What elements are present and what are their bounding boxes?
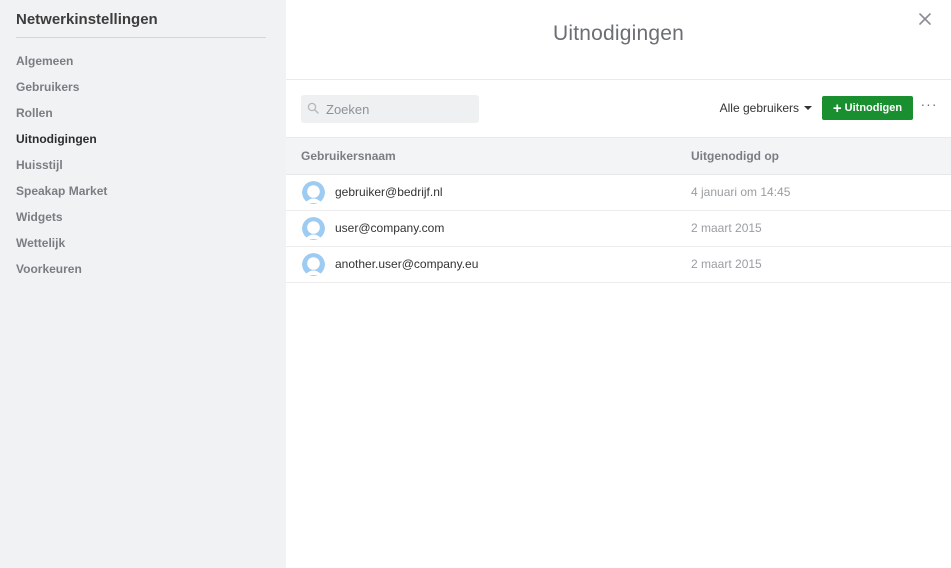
search-input[interactable] <box>326 95 474 123</box>
sidebar-item-rollen[interactable]: Rollen <box>16 100 286 126</box>
column-header-invited-on[interactable]: Uitgenodigd op <box>691 149 779 163</box>
avatar <box>302 217 325 240</box>
invite-button[interactable]: + Uitnodigen <box>822 96 913 120</box>
avatar <box>302 253 325 276</box>
page-title: Uitnodigingen <box>552 22 685 45</box>
row-invited-on: 2 maart 2015 <box>691 257 762 271</box>
user-filter-dropdown[interactable]: Alle gebruikers <box>720 100 812 116</box>
user-avatar-icon <box>302 181 325 204</box>
sidebar-item-speakap-market[interactable]: Speakap Market <box>16 178 286 204</box>
plus-icon: + <box>832 99 842 117</box>
search-icon <box>307 102 319 114</box>
sidebar-item-voorkeuren[interactable]: Voorkeuren <box>16 256 286 282</box>
sidebar-nav: Algemeen Gebruikers Rollen Uitnodigingen… <box>16 48 286 282</box>
close-button[interactable] <box>916 10 934 28</box>
user-filter-label: Alle gebruikers <box>719 101 799 115</box>
sidebar-item-uitnodigingen[interactable]: Uitnodigingen <box>16 126 286 152</box>
more-options-icon[interactable]: ··· <box>919 97 939 117</box>
sidebar-item-algemeen[interactable]: Algemeen <box>16 48 286 74</box>
toolbar: Alle gebruikers + Uitnodigen ··· <box>286 80 951 138</box>
table-row[interactable]: another.user@company.eu 2 maart 2015 <box>286 247 951 283</box>
row-username: another.user@company.eu <box>335 257 479 271</box>
close-icon <box>919 13 931 25</box>
main-panel: Uitnodigingen Alle gebruikers + <box>286 0 951 568</box>
sidebar-item-widgets[interactable]: Widgets <box>16 204 286 230</box>
row-invited-on: 2 maart 2015 <box>691 221 762 235</box>
invite-button-label: Uitnodigen <box>844 102 903 114</box>
table-row[interactable]: gebruiker@bedrijf.nl 4 januari om 14:45 <box>286 175 951 211</box>
row-invited-on: 4 januari om 14:45 <box>691 185 791 199</box>
column-header-username[interactable]: Gebruikersnaam <box>301 149 396 163</box>
user-avatar-icon <box>302 217 325 240</box>
search-box[interactable] <box>301 95 479 123</box>
table-row[interactable]: user@company.com 2 maart 2015 <box>286 211 951 247</box>
main-header: Uitnodigingen <box>286 0 951 80</box>
sidebar-item-wettelijk[interactable]: Wettelijk <box>16 230 286 256</box>
table-header: Gebruikersnaam Uitgenodigd op <box>286 138 951 175</box>
user-avatar-icon <box>302 253 325 276</box>
sidebar-title: Netwerkinstellingen <box>16 0 266 38</box>
sidebar-item-huisstijl[interactable]: Huisstijl <box>16 152 286 178</box>
sidebar: Netwerkinstellingen Algemeen Gebruikers … <box>0 0 286 568</box>
invitations-table: Gebruikersnaam Uitgenodigd op gebruiker@… <box>286 138 951 283</box>
row-username: gebruiker@bedrijf.nl <box>335 185 443 199</box>
app-window: Netwerkinstellingen Algemeen Gebruikers … <box>0 0 951 568</box>
caret-down-icon <box>804 106 812 110</box>
avatar <box>302 181 325 204</box>
sidebar-item-gebruikers[interactable]: Gebruikers <box>16 74 286 100</box>
row-username: user@company.com <box>335 221 445 235</box>
